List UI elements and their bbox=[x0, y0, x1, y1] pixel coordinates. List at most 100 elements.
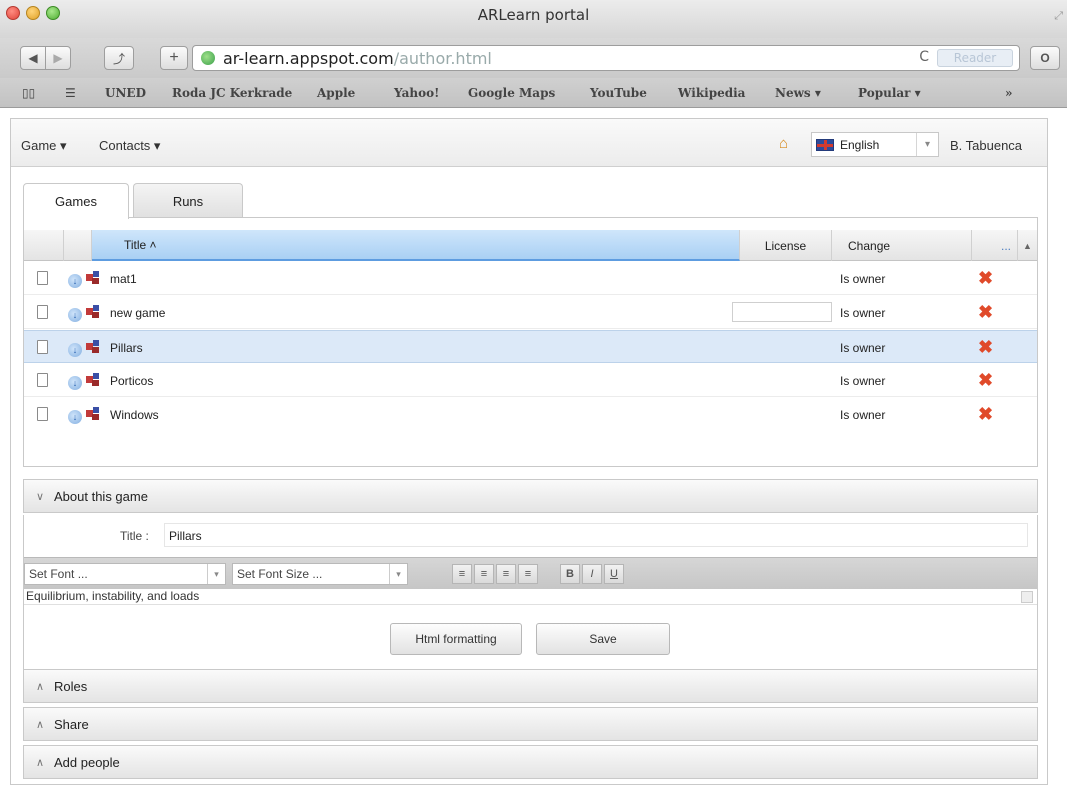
app-menubar: Game ▾ Contacts ▾ ⌂ English ▾ B. Tabuenc… bbox=[11, 119, 1047, 167]
language-value: English bbox=[840, 137, 880, 152]
delete-icon[interactable]: ✖ bbox=[978, 404, 993, 425]
puzzle-icon bbox=[86, 407, 99, 420]
puzzle-icon bbox=[86, 373, 99, 386]
bookmark-popular[interactable]: Popular ▾ bbox=[858, 86, 921, 100]
contacts-menu[interactable]: Contacts ▾ bbox=[99, 138, 160, 154]
delete-icon[interactable]: ✖ bbox=[978, 302, 993, 323]
puzzle-icon bbox=[86, 271, 99, 284]
reload-icon[interactable]: C bbox=[919, 49, 929, 65]
language-select[interactable]: English ▾ bbox=[811, 132, 939, 157]
title-label: Title : bbox=[120, 529, 149, 543]
fullscreen-icon[interactable]: ⤢ bbox=[1054, 10, 1063, 23]
font-size-select[interactable]: Set Font Size ... ▾ bbox=[232, 563, 408, 585]
bookmark-news[interactable]: News ▾ bbox=[775, 86, 821, 100]
game-title-field[interactable]: Pillars bbox=[164, 523, 1028, 547]
window-title: ARLearn portal bbox=[477, 6, 590, 24]
font-family-select[interactable]: Set Font ... ▾ bbox=[24, 563, 226, 585]
browser-toolbar: ◀ ▶ ⤴ + ar-learn.appspot.com/author.html… bbox=[0, 38, 1067, 78]
bookmark-youtube[interactable]: YouTube bbox=[590, 86, 647, 100]
row-title: mat1 bbox=[110, 272, 137, 286]
row-change: Is owner bbox=[840, 374, 886, 388]
book-icon[interactable]: ▯▯ bbox=[22, 86, 35, 100]
download-icon[interactable]: ↓ bbox=[68, 274, 82, 288]
download-icon[interactable]: ↓ bbox=[68, 376, 82, 390]
share-section-label: Share bbox=[54, 716, 89, 732]
table-row[interactable]: ↓ mat1 Is owner ✖ bbox=[24, 262, 1037, 295]
row-checkbox[interactable] bbox=[37, 373, 48, 387]
back-button[interactable]: ◀ bbox=[20, 46, 46, 70]
bookmark-google-maps[interactable]: Google Maps bbox=[468, 86, 555, 100]
column-change[interactable]: Change bbox=[832, 230, 972, 261]
column-license[interactable]: License bbox=[740, 230, 832, 261]
font-size-value: Set Font Size ... bbox=[237, 567, 323, 581]
column-title[interactable]: Title ˄ bbox=[92, 230, 740, 261]
header-icon-col bbox=[64, 230, 92, 261]
align-center-button[interactable]: ≡ bbox=[474, 564, 494, 584]
save-button[interactable]: Save bbox=[536, 623, 670, 655]
row-checkbox[interactable] bbox=[37, 271, 48, 285]
bold-button[interactable]: B bbox=[560, 564, 580, 584]
download-icon[interactable]: ↓ bbox=[68, 343, 82, 357]
list-icon[interactable]: ☰ bbox=[65, 86, 76, 100]
puzzle-icon bbox=[86, 340, 99, 353]
italic-button[interactable]: I bbox=[582, 564, 602, 584]
add-people-section-label: Add people bbox=[54, 754, 120, 770]
bookmarks-more-icon[interactable]: » bbox=[1005, 86, 1013, 100]
table-row[interactable]: ↓ new game Is owner ✖ bbox=[24, 296, 1037, 329]
share-section-header[interactable]: ∧ Share bbox=[23, 707, 1038, 741]
about-section-label: About this game bbox=[54, 488, 148, 504]
bookmark-wikipedia[interactable]: Wikipedia bbox=[678, 86, 745, 100]
description-editor[interactable]: Equilibrium, instability, and loads bbox=[24, 589, 1037, 605]
table-row[interactable]: ↓ Porticos Is owner ✖ bbox=[24, 364, 1037, 397]
row-change: Is owner bbox=[840, 408, 886, 422]
delete-icon[interactable]: ✖ bbox=[978, 337, 993, 358]
about-section-body: Title : Pillars Set Font ... ▾ Set Font … bbox=[23, 515, 1038, 669]
delete-icon[interactable]: ✖ bbox=[978, 268, 993, 289]
reader-button[interactable]: Reader bbox=[937, 49, 1013, 67]
table-row[interactable]: ↓ Windows Is owner ✖ bbox=[24, 398, 1037, 431]
chevron-up-icon: ∧ bbox=[36, 756, 45, 769]
site-icon bbox=[201, 51, 215, 65]
add-people-section-header[interactable]: ∧ Add people bbox=[23, 745, 1038, 779]
tab-games[interactable]: Games bbox=[23, 183, 129, 219]
html-formatting-button[interactable]: Html formatting bbox=[390, 623, 522, 655]
table-row-selected[interactable]: ↓ Pillars Is owner ✖ bbox=[24, 330, 1037, 363]
about-section-header[interactable]: ∨ About this game bbox=[23, 479, 1038, 513]
row-title: new game bbox=[110, 306, 166, 320]
row-checkbox[interactable] bbox=[37, 407, 48, 421]
chevron-up-icon: ∧ bbox=[36, 718, 45, 731]
game-menu[interactable]: Game ▾ bbox=[21, 138, 67, 154]
roles-section-header[interactable]: ∧ Roles bbox=[23, 669, 1038, 703]
tab-runs[interactable]: Runs bbox=[133, 183, 243, 218]
column-more[interactable]: ... bbox=[972, 230, 1018, 261]
delete-icon[interactable]: ✖ bbox=[978, 370, 993, 391]
bookmark-roda[interactable]: Roda JC Kerkrade bbox=[172, 86, 292, 100]
row-checkbox[interactable] bbox=[37, 305, 48, 319]
resize-handle-icon[interactable] bbox=[1021, 591, 1033, 603]
home-icon[interactable]: ⌂ bbox=[779, 135, 788, 152]
share-button[interactable]: ⤴ bbox=[104, 46, 134, 70]
chevron-down-icon: ▾ bbox=[916, 133, 938, 156]
align-left-button[interactable]: ≡ bbox=[452, 564, 472, 584]
extension-button[interactable]: O bbox=[1030, 46, 1060, 70]
games-panel: Title ˄ License Change ... ▲ ↓ mat1 Is o… bbox=[23, 217, 1038, 467]
scroll-up-icon[interactable]: ▲ bbox=[1018, 230, 1037, 261]
align-right-button[interactable]: ≡ bbox=[496, 564, 516, 584]
bookmarks-bar: ▯▯ ☰ UNED Roda JC Kerkrade Apple Yahoo! … bbox=[0, 78, 1067, 108]
download-icon[interactable]: ↓ bbox=[68, 308, 82, 322]
license-input[interactable] bbox=[732, 302, 832, 322]
new-tab-button[interactable]: + bbox=[160, 46, 188, 70]
align-justify-button[interactable]: ≡ bbox=[518, 564, 538, 584]
url-host: ar-learn.appspot.com bbox=[223, 48, 394, 68]
bookmark-yahoo[interactable]: Yahoo! bbox=[394, 86, 439, 100]
row-change: Is owner bbox=[840, 272, 886, 286]
download-icon[interactable]: ↓ bbox=[68, 410, 82, 424]
address-bar[interactable]: ar-learn.appspot.com/author.html C Reade… bbox=[192, 45, 1020, 71]
header-checkbox-col bbox=[24, 230, 64, 261]
underline-button[interactable]: U bbox=[604, 564, 624, 584]
bookmark-uned[interactable]: UNED bbox=[105, 86, 146, 100]
user-name[interactable]: B. Tabuenca bbox=[950, 138, 1022, 153]
forward-button[interactable]: ▶ bbox=[45, 46, 71, 70]
row-checkbox[interactable] bbox=[37, 340, 48, 354]
bookmark-apple[interactable]: Apple bbox=[317, 86, 355, 100]
